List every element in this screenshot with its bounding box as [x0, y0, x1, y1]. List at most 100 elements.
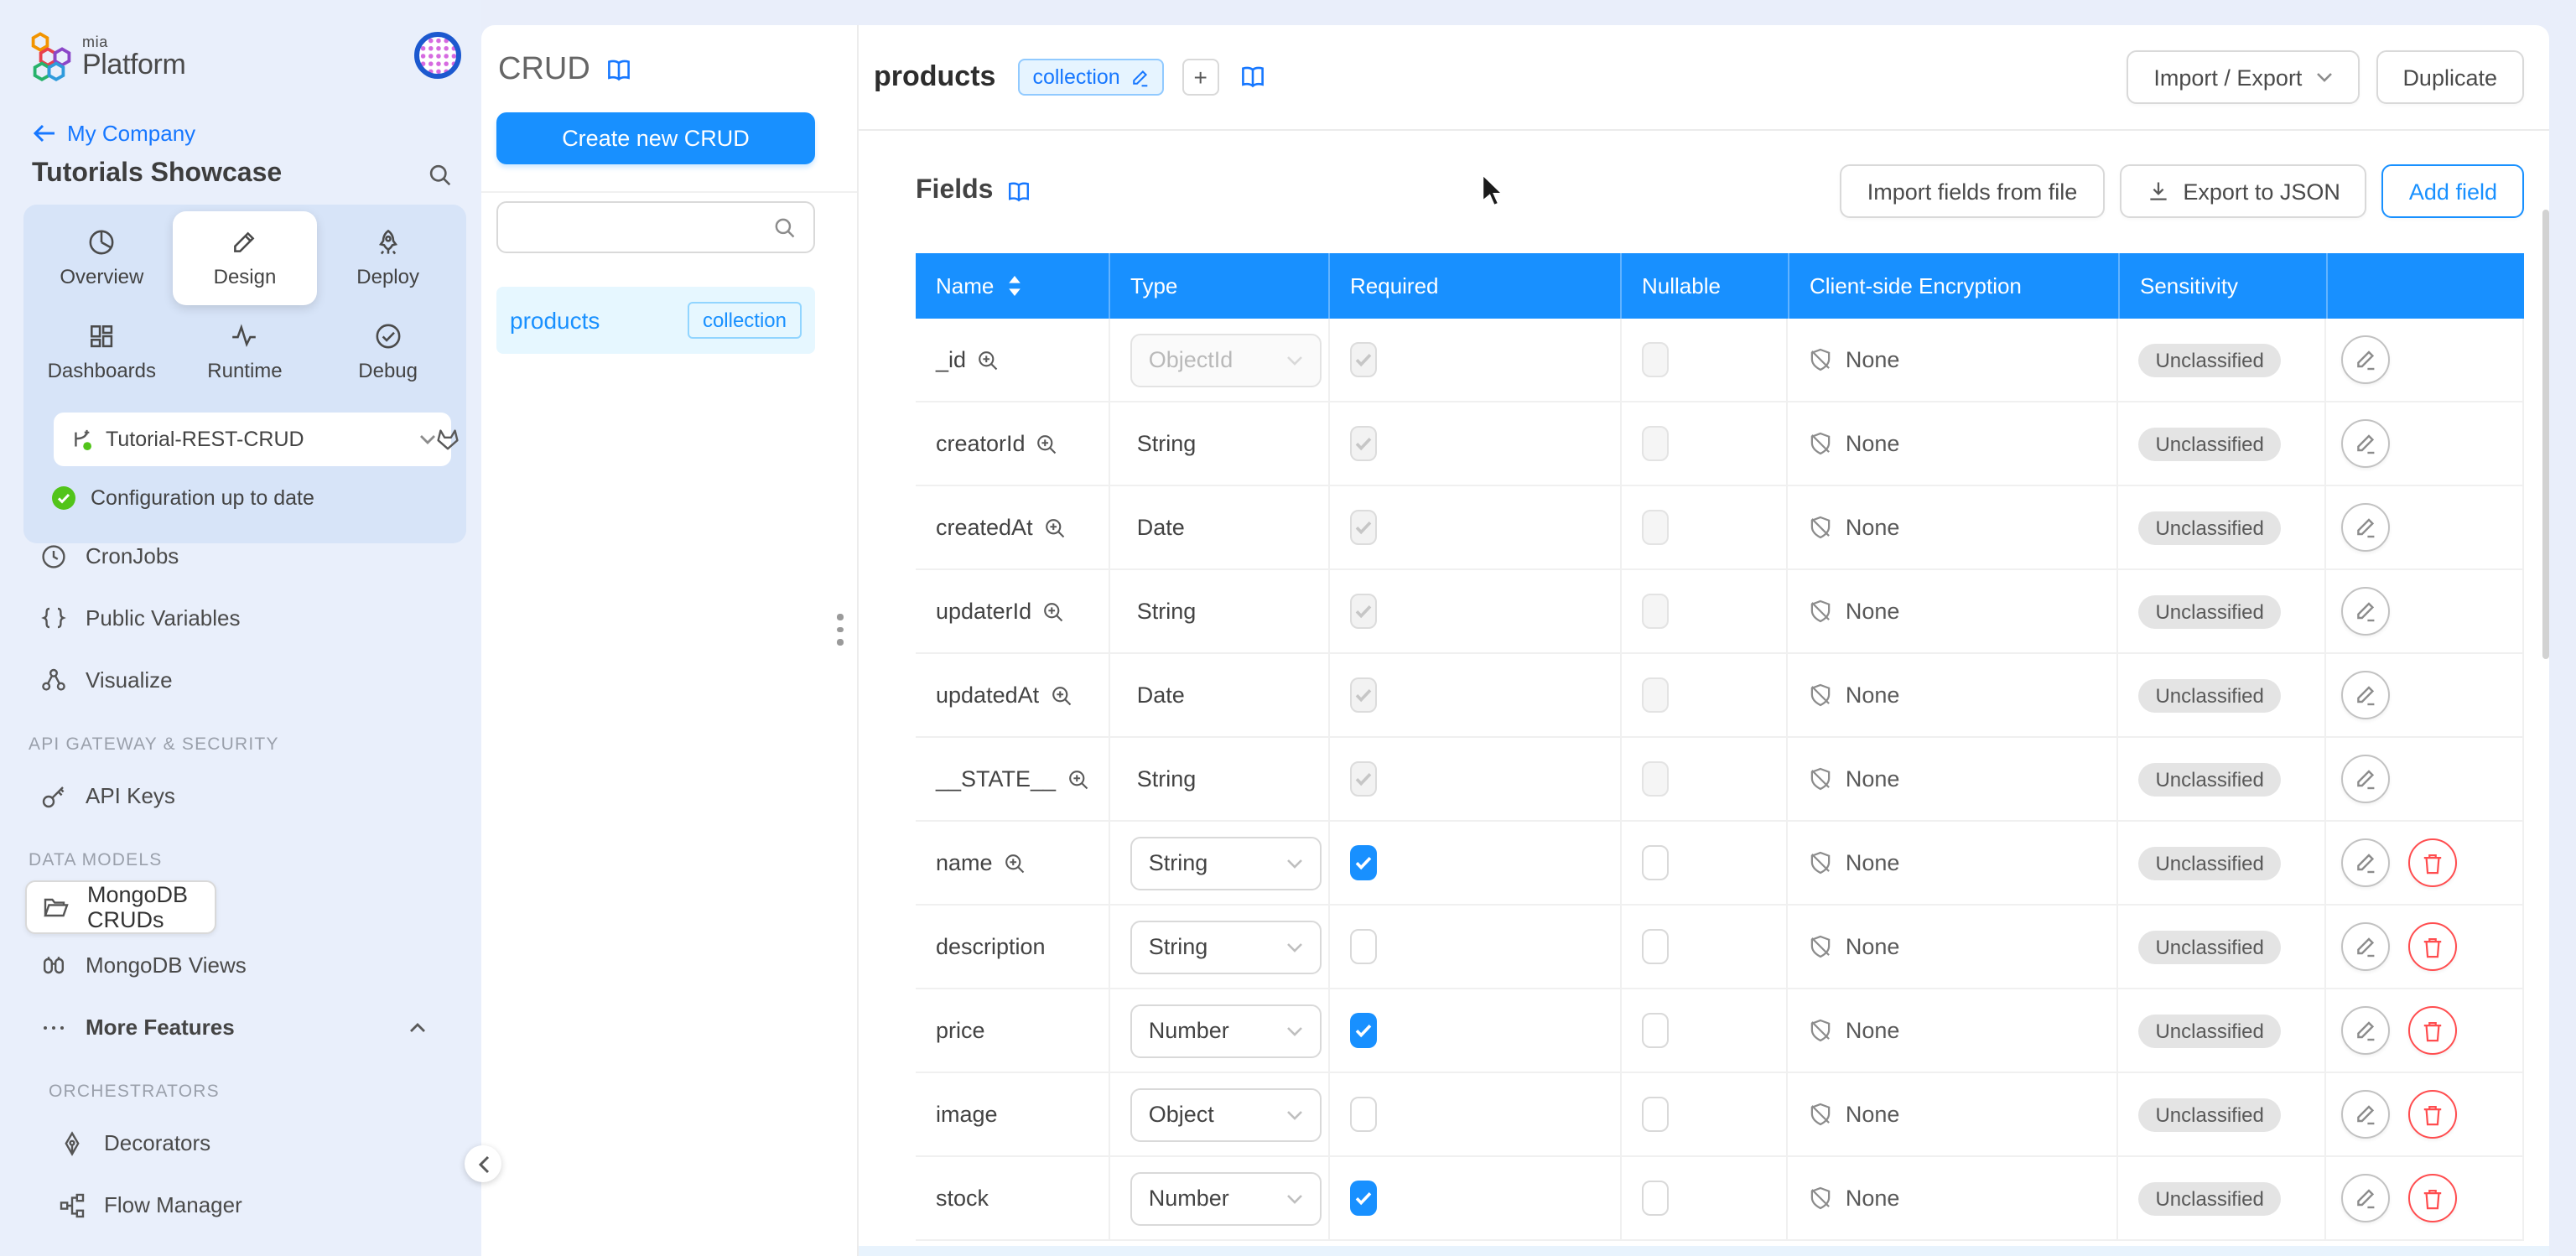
import-fields-button[interactable]: Import fields from file: [1841, 164, 2105, 218]
field-type-select[interactable]: Number: [1130, 1171, 1322, 1225]
sidebar-item-visualize[interactable]: Visualize: [0, 649, 481, 711]
field-type-text: String: [1137, 599, 1197, 624]
collection-tag[interactable]: collection: [1017, 59, 1163, 96]
edit-field-button[interactable]: [2341, 755, 2390, 803]
delete-field-button[interactable]: [2408, 922, 2457, 971]
edit-field-button[interactable]: [2341, 1174, 2390, 1222]
field-actions-cell: [2326, 486, 2522, 568]
pie-icon: [87, 228, 116, 257]
field-sensitivity-cell: Unclassified: [2118, 906, 2326, 988]
area-tile-design[interactable]: Design: [174, 211, 317, 305]
back-to-company-link[interactable]: My Company: [34, 121, 195, 146]
nullable-checkbox[interactable]: [1641, 929, 1668, 964]
edit-field-button[interactable]: [2341, 335, 2390, 384]
field-actions-cell: [2326, 1073, 2522, 1155]
sidebar-item-label: Visualize: [86, 667, 173, 693]
field-type-select[interactable]: Object: [1130, 1087, 1322, 1141]
edit-field-button[interactable]: [2341, 419, 2390, 468]
nullable-checkbox[interactable]: [1641, 1013, 1668, 1048]
field-encryption-cell: None: [1789, 1073, 2119, 1155]
encryption-value: None: [1846, 934, 1900, 959]
zoom-in-icon[interactable]: [1041, 599, 1065, 623]
sidebar-item-flow-manager[interactable]: Flow Manager: [0, 1174, 481, 1236]
avatar[interactable]: [414, 32, 461, 79]
nullable-checkbox[interactable]: [1641, 845, 1668, 880]
sidebar-item-public-variables[interactable]: Public Variables: [0, 587, 481, 649]
zoom-in-icon[interactable]: [1003, 851, 1026, 875]
zoom-in-icon[interactable]: [1049, 683, 1072, 707]
delete-field-button[interactable]: [2408, 1090, 2457, 1139]
field-row-createdAt: createdAt Date None Unclassified: [916, 486, 2524, 570]
edit-field-button[interactable]: [2341, 503, 2390, 552]
vertical-scrollbar[interactable]: [2542, 210, 2549, 659]
book-icon[interactable]: [1239, 65, 1266, 89]
area-tile-runtime[interactable]: Runtime: [174, 305, 317, 399]
crud-search-input[interactable]: [515, 213, 763, 241]
book-icon[interactable]: [1006, 180, 1031, 202]
required-checkbox[interactable]: [1349, 1097, 1376, 1132]
divider: [481, 191, 857, 193]
pulse-icon: [231, 322, 259, 350]
import-export-button[interactable]: Import / Export: [2127, 50, 2359, 104]
required-checkbox[interactable]: [1349, 1181, 1376, 1216]
crud-list-item-products[interactable]: products collection: [496, 287, 815, 354]
project-search-icon[interactable]: [428, 163, 453, 188]
sidebar-collapse-button[interactable]: [465, 1145, 501, 1182]
duplicate-button[interactable]: Duplicate: [2376, 50, 2524, 104]
field-type-cell: Number: [1110, 1157, 1330, 1239]
create-new-crud-button[interactable]: Create new CRUD: [496, 112, 815, 164]
field-sensitivity-cell: Unclassified: [2118, 1157, 2326, 1239]
field-required-cell: [1329, 1157, 1621, 1239]
zoom-in-icon[interactable]: [1043, 516, 1067, 539]
nullable-checkbox[interactable]: [1641, 1097, 1668, 1132]
sidebar-item-api-keys[interactable]: API Keys: [0, 765, 481, 827]
sidebar-item-cronjobs[interactable]: CronJobs: [0, 525, 481, 587]
zoom-in-icon[interactable]: [976, 348, 1000, 371]
back-link-label: My Company: [67, 121, 195, 146]
edit-field-button[interactable]: [2341, 838, 2390, 887]
field-type-select[interactable]: String: [1130, 920, 1322, 973]
sort-icon[interactable]: [1007, 275, 1021, 297]
sidebar-item-more-features[interactable]: More Features: [0, 996, 481, 1058]
export-json-button[interactable]: Export to JSON: [2119, 164, 2367, 218]
edit-field-button[interactable]: [2341, 1090, 2390, 1139]
column-header-name[interactable]: Name: [916, 253, 1110, 319]
field-type-text: Date: [1137, 515, 1185, 540]
branch-select[interactable]: Tutorial-REST-CRUD: [54, 413, 451, 466]
delete-field-button[interactable]: [2408, 1006, 2457, 1055]
panel-resize-handle[interactable]: [837, 614, 843, 645]
zoom-in-icon[interactable]: [1036, 432, 1059, 455]
field-type-select[interactable]: Number: [1130, 1004, 1322, 1057]
add-internal-endpoint-button[interactable]: +: [1182, 59, 1219, 96]
area-tile-deploy[interactable]: Deploy: [316, 211, 460, 305]
edit-field-button[interactable]: [2341, 587, 2390, 636]
delete-field-button[interactable]: [2408, 1174, 2457, 1222]
field-sensitivity-cell: Unclassified: [2118, 402, 2326, 485]
area-tile-overview[interactable]: Overview: [30, 211, 174, 305]
column-header-required: Required: [1330, 253, 1622, 319]
book-icon[interactable]: [605, 59, 632, 82]
required-checkbox[interactable]: [1349, 1013, 1376, 1048]
field-required-cell: [1329, 738, 1621, 820]
delete-field-button[interactable]: [2408, 838, 2457, 887]
add-field-button[interactable]: Add field: [2382, 164, 2524, 218]
field-type-select[interactable]: String: [1130, 836, 1322, 890]
edit-field-button[interactable]: [2341, 1006, 2390, 1055]
screen: mia Platform My Company Tutorials Showca…: [0, 0, 2576, 1256]
zoom-in-icon[interactable]: [1066, 767, 1089, 791]
chevron-up-icon: [409, 1022, 426, 1032]
import-export-label: Import / Export: [2153, 65, 2302, 90]
required-checkbox[interactable]: [1349, 929, 1376, 964]
gitlab-icon[interactable]: [434, 426, 461, 451]
crud-item-tag: collection: [688, 302, 802, 339]
edit-field-button[interactable]: [2341, 671, 2390, 719]
sidebar-item-mongodb-views[interactable]: MongoDB Views: [0, 934, 481, 996]
required-checkbox[interactable]: [1349, 845, 1376, 880]
nullable-checkbox[interactable]: [1641, 1181, 1668, 1216]
sidebar-item-decorators[interactable]: Decorators: [0, 1112, 481, 1174]
field-row-updatedAt: updatedAt Date None Unclassified: [916, 654, 2524, 738]
area-tile-dashboards[interactable]: Dashboards: [30, 305, 174, 399]
sidebar-item-mongodb-cruds[interactable]: MongoDB CRUDs: [25, 880, 216, 934]
edit-field-button[interactable]: [2341, 922, 2390, 971]
area-tile-debug[interactable]: Debug: [316, 305, 460, 399]
